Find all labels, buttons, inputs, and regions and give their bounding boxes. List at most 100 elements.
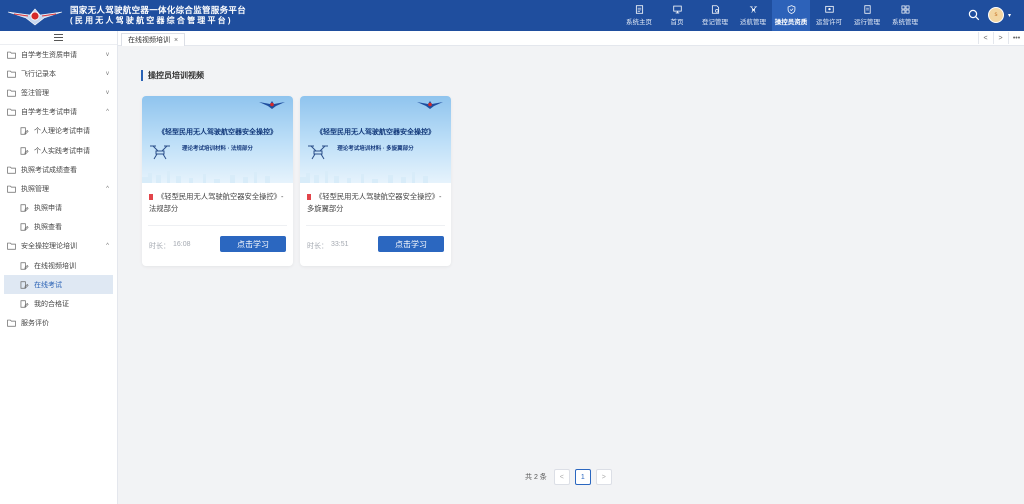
- nav-system-management[interactable]: 系统管理: [886, 0, 924, 31]
- nav-operation-permit[interactable]: 运营许可: [810, 0, 848, 31]
- nav-system-home[interactable]: 系统主页: [620, 0, 658, 31]
- nav-label: 首页: [670, 19, 684, 26]
- start-learning-button[interactable]: 点击学习: [220, 236, 286, 252]
- folder-icon: [7, 89, 16, 97]
- nav-airworthiness[interactable]: 适航管理: [734, 0, 772, 31]
- card-title[interactable]: 《轻型民用无人驾驶航空器安全操控》- 多旋翼部分: [307, 191, 445, 217]
- video-marker-icon: [307, 194, 311, 200]
- video-card[interactable]: 《轻型民用无人驾驶航空器安全操控》 理论考试培训材料 · 法规部分 《轻型民用无…: [142, 96, 293, 266]
- settings-grid-icon: [901, 5, 909, 14]
- sidebar-item-label: 执照考试成绩查看: [21, 166, 77, 174]
- document-edit-icon: [20, 223, 29, 231]
- city-skyline-illustration: [300, 171, 451, 183]
- sidebar-item-label: 执照管理: [21, 185, 49, 193]
- sidebar-item[interactable]: 在线考试: [4, 275, 113, 295]
- sidebar-item-label: 在线视频培训: [34, 262, 76, 270]
- sidebar-item-label: 服务评价: [21, 320, 49, 328]
- sidebar-item-label: 我的合格证: [34, 301, 69, 309]
- cover-title: 《轻型民用无人驾驶航空器安全操控》: [316, 129, 435, 136]
- sidebar-item[interactable]: 执照考试成绩查看: [0, 160, 117, 179]
- sidebar-item-label: 自学考生考试申请: [21, 109, 77, 117]
- start-learning-button[interactable]: 点击学习: [378, 236, 444, 252]
- folder-icon: [7, 70, 16, 78]
- sidebar-item-label: 自学考生资质申请: [21, 51, 77, 59]
- sidebar-item[interactable]: 执照申请: [0, 199, 117, 218]
- certificate-icon: [824, 5, 834, 13]
- sidebar-item[interactable]: 自学考生资质申请 v: [0, 45, 117, 64]
- document-edit-icon: [20, 300, 29, 308]
- sidebar-item[interactable]: 服务评价: [0, 314, 117, 333]
- sidebar-item-label: 签注管理: [21, 89, 49, 97]
- duration-label: 时长：: [149, 243, 170, 250]
- sidebar-item[interactable]: 自学考生考试申请 ^: [0, 103, 117, 122]
- video-cover[interactable]: 《轻型民用无人驾驶航空器安全操控》 理论考试培训材料 · 法规部分: [142, 96, 293, 183]
- card-body: 《轻型民用无人驾驶航空器安全操控》- 法规部分 时长： 16:08 点击学习: [142, 183, 293, 266]
- duration-label: 时长：: [307, 243, 328, 250]
- tab-scroll-right-button[interactable]: >: [993, 32, 1007, 44]
- nav-label: 适航管理: [740, 19, 766, 26]
- card-title[interactable]: 《轻型民用无人驾驶航空器安全操控》- 法规部分: [149, 191, 287, 217]
- platform-title: 国家无人驾驶航空器一体化综合监管服务平台 (民用无人驾驶航空器综合管理平台): [70, 5, 246, 26]
- tab-label: 在线视频培训: [128, 37, 170, 44]
- chevron-down-icon: v: [106, 89, 109, 96]
- tab-online-video-training[interactable]: 在线视频培训 ×: [121, 33, 186, 46]
- nav-registration[interactable]: 登记管理: [696, 0, 734, 31]
- pagination-total: 共 2 条: [525, 474, 547, 481]
- sidebar-item[interactable]: 执照查看: [0, 218, 117, 237]
- sidebar: 自学考生资质申请 v 飞行记录本 v 签注管理 v 自学考生考试申请 ^ 个人理论考试申请 个人实…: [0, 31, 118, 504]
- chevron-down-icon: v: [106, 51, 109, 58]
- menu-collapse-button[interactable]: [0, 31, 117, 45]
- folder-icon: [7, 51, 16, 59]
- chevron-down-icon: v: [106, 70, 109, 77]
- video-cover[interactable]: 《轻型民用无人驾驶航空器安全操控》 理论考试培训材料 · 多旋翼部分: [300, 96, 451, 183]
- nav-label: 登记管理: [702, 19, 728, 26]
- duration-value: 16:08: [173, 241, 191, 248]
- file-list-icon: [863, 5, 871, 14]
- chevron-up-icon: ^: [106, 243, 109, 250]
- sidebar-item[interactable]: 在线视频培训: [0, 256, 117, 275]
- nav-home[interactable]: 首页: [658, 0, 696, 31]
- nav-operation-management[interactable]: 运行管理: [848, 0, 886, 31]
- sidebar-item[interactable]: 安全操控理论培训 ^: [0, 237, 117, 256]
- document-edit-icon: [20, 127, 29, 135]
- section-title: 操控员培训视频: [141, 70, 204, 81]
- platform-title-line1: 国家无人驾驶航空器一体化综合监管服务平台: [70, 5, 247, 15]
- sidebar-item[interactable]: 个人实践考试申请: [0, 141, 117, 160]
- divider: [306, 225, 445, 226]
- document-edit-icon: [20, 146, 29, 155]
- nav-label: 操控员资质: [774, 19, 808, 26]
- card-title-text: 《轻型民用无人驾驶航空器安全操控》- 法规部分: [149, 192, 284, 213]
- user-avatar[interactable]: s: [988, 7, 1004, 23]
- nav-operator-qualification[interactable]: 操控员资质: [772, 0, 810, 31]
- caac-logo: [259, 101, 285, 109]
- sidebar-item[interactable]: 个人理论考试申请: [0, 122, 117, 141]
- platform-title-line2: (民用无人驾驶航空器综合管理平台): [70, 16, 233, 25]
- card-body: 《轻型民用无人驾驶航空器安全操控》- 多旋翼部分 时长： 33:51 点击学习: [300, 183, 451, 266]
- register-doc-icon: [711, 5, 719, 14]
- sidebar-item-label: 安全操控理论培训: [21, 243, 77, 251]
- next-page-button[interactable]: >: [595, 469, 612, 485]
- sidebar-item-label: 个人理论考试申请: [34, 128, 90, 136]
- sidebar-item[interactable]: 签注管理 v: [0, 83, 117, 102]
- sidebar-item[interactable]: 我的合格证: [0, 294, 117, 313]
- chevron-down-icon[interactable]: ▾: [1008, 12, 1011, 19]
- search-icon[interactable]: [968, 9, 980, 21]
- tab-more-button[interactable]: •••: [1008, 32, 1024, 44]
- cover-title: 《轻型民用无人驾驶航空器安全操控》: [158, 129, 277, 136]
- prev-page-button[interactable]: <: [553, 469, 570, 485]
- video-card[interactable]: 《轻型民用无人驾驶航空器安全操控》 理论考试培训材料 · 多旋翼部分 《轻型民用…: [300, 96, 451, 266]
- sidebar-item-label: 飞行记录本: [21, 70, 56, 78]
- page-number-button[interactable]: 1: [574, 469, 591, 485]
- drone-illustration: [150, 145, 170, 160]
- sidebar-item[interactable]: 执照管理 ^: [0, 179, 117, 198]
- card-title-text: 《轻型民用无人驾驶航空器安全操控》- 多旋翼部分: [307, 192, 442, 213]
- nav-label: 系统管理: [892, 19, 918, 26]
- caac-logo: [417, 101, 443, 109]
- hamburger-icon: [54, 34, 63, 41]
- drone-illustration: [308, 145, 328, 160]
- sidebar-item[interactable]: 飞行记录本 v: [0, 64, 117, 83]
- close-icon[interactable]: ×: [174, 37, 178, 44]
- caac-logo: [0, 0, 70, 31]
- video-marker-icon: [149, 194, 153, 200]
- tab-scroll-left-button[interactable]: <: [978, 32, 992, 44]
